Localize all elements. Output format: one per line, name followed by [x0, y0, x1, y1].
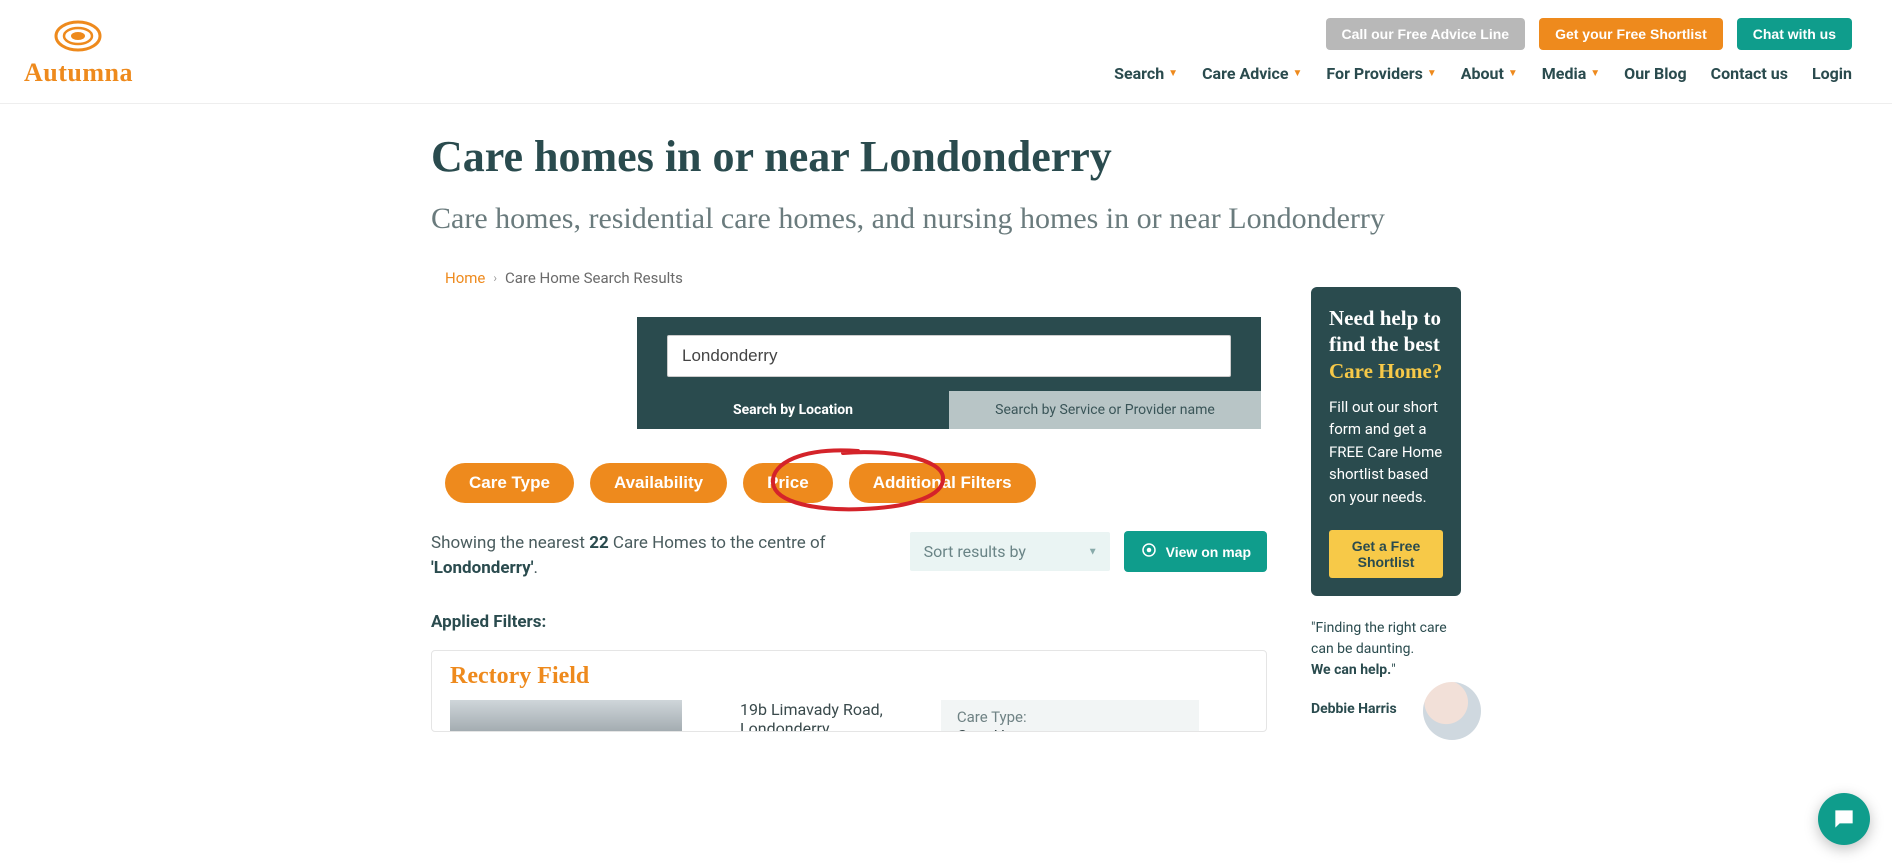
help-card: Need help to find the best Care Home? Fi…	[1311, 287, 1461, 596]
caret-down-icon: ▼	[1088, 546, 1098, 557]
result-card-image	[450, 700, 682, 732]
breadcrumb-home[interactable]: Home	[445, 269, 485, 287]
chevron-down-icon: ▼	[1508, 68, 1518, 79]
nav-care-advice[interactable]: Care Advice▼	[1202, 64, 1302, 83]
help-card-title-1: Need help to find the best	[1329, 306, 1441, 356]
help-card-body: Fill out our short form and get a FREE C…	[1329, 396, 1443, 509]
sort-results-select[interactable]: Sort results by ▼	[910, 532, 1110, 571]
breadcrumb: Home › Care Home Search Results	[431, 269, 1461, 287]
filter-pills: Care Type Availability Price Additional …	[431, 463, 1267, 503]
site-header: Autumna Call our Free Advice Line Get yo…	[0, 0, 1892, 104]
nav-media[interactable]: Media▼	[1542, 64, 1600, 83]
nav-search[interactable]: Search▼	[1114, 64, 1178, 83]
testimonial: "Finding the right care can be daunting.…	[1311, 618, 1461, 720]
nav-for-providers[interactable]: For Providers▼	[1326, 64, 1436, 83]
applied-filters-label: Applied Filters:	[431, 612, 1267, 632]
result-card-address-line1: 19b Limavady Road,	[740, 700, 883, 719]
search-panel: Search by Location Search by Service or …	[637, 317, 1261, 429]
advice-line-button[interactable]: Call our Free Advice Line	[1326, 18, 1526, 50]
search-tab-location[interactable]: Search by Location	[637, 391, 949, 429]
filter-price[interactable]: Price	[743, 463, 833, 503]
result-card-address-line2: Londonderry	[740, 719, 883, 732]
results-count-text: Showing the nearest 22 Care Homes to the…	[431, 531, 851, 580]
view-on-map-button[interactable]: View on map	[1124, 531, 1267, 572]
nav-contact[interactable]: Contact us	[1711, 64, 1788, 83]
chat-with-us-button[interactable]: Chat with us	[1737, 18, 1852, 50]
logo-icon	[54, 18, 102, 54]
result-card-care-type: Care Type: Care Home	[941, 700, 1199, 732]
testimonial-line2: We can help.	[1311, 662, 1391, 678]
location-search-input[interactable]	[667, 335, 1231, 377]
search-tab-provider[interactable]: Search by Service or Provider name	[949, 391, 1261, 429]
result-card-title[interactable]: Rectory Field	[450, 663, 1248, 690]
chevron-down-icon: ▼	[1168, 68, 1178, 79]
page-subtitle: Care homes, residential care homes, and …	[431, 199, 1461, 240]
result-card[interactable]: Rectory Field 19b Limavady Road, Londond…	[431, 650, 1267, 732]
results-header: Showing the nearest 22 Care Homes to the…	[431, 531, 1267, 580]
free-shortlist-button[interactable]: Get your Free Shortlist	[1539, 18, 1723, 50]
chat-icon	[1831, 806, 1857, 832]
header-top-buttons: Call our Free Advice Line Get your Free …	[1326, 18, 1852, 50]
nav-about[interactable]: About▼	[1461, 64, 1518, 83]
filter-availability[interactable]: Availability	[590, 463, 727, 503]
filter-care-type[interactable]: Care Type	[445, 463, 574, 503]
chevron-right-icon: ›	[493, 271, 497, 285]
nav-login[interactable]: Login	[1812, 64, 1852, 83]
breadcrumb-current: Care Home Search Results	[505, 269, 683, 287]
chat-launcher-button[interactable]	[1818, 793, 1870, 845]
chevron-down-icon: ▼	[1293, 68, 1303, 79]
chevron-down-icon: ▼	[1590, 68, 1600, 79]
nav-blog[interactable]: Our Blog	[1624, 64, 1686, 83]
get-free-shortlist-button[interactable]: Get a Free Shortlist	[1329, 530, 1443, 578]
brand-name: Autumna	[24, 58, 133, 88]
map-pin-icon	[1140, 541, 1158, 562]
brand-logo[interactable]: Autumna	[24, 18, 133, 88]
testimonial-line1: "Finding the right care can be daunting.	[1311, 618, 1461, 660]
chevron-down-icon: ▼	[1427, 68, 1437, 79]
main-nav: Search▼ Care Advice▼ For Providers▼ Abou…	[1114, 64, 1852, 83]
help-card-title-2: Care Home?	[1329, 359, 1442, 383]
header-right: Call our Free Advice Line Get your Free …	[1114, 18, 1852, 83]
page-title: Care homes in or near Londonderry	[431, 132, 1461, 183]
filter-additional[interactable]: Additional Filters	[849, 463, 1036, 503]
avatar	[1423, 682, 1481, 740]
